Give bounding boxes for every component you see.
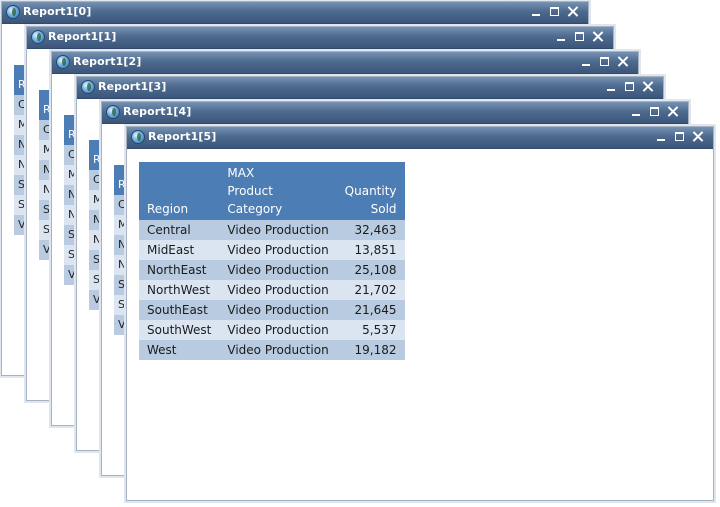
report-window-5[interactable]: Report1[5] Region MAX Product Category Q… xyxy=(126,126,714,501)
window-title: Report1[1] xyxy=(48,30,117,43)
minimize-icon[interactable] xyxy=(656,131,667,142)
maximize-icon[interactable] xyxy=(624,81,635,92)
window-title: Report1[3] xyxy=(98,80,167,93)
table-row: NorthEast Video Production 25,108 xyxy=(139,260,405,280)
report-table: Region MAX Product Category Quantity Sol… xyxy=(139,162,405,360)
table-header-row: Region MAX Product Category Quantity Sol… xyxy=(139,162,405,220)
category-cell: Video Production xyxy=(219,260,337,280)
report-app-icon xyxy=(6,5,20,19)
report-app-icon xyxy=(131,130,145,144)
table-row: SouthWest Video Production 5,537 xyxy=(139,320,405,340)
close-icon[interactable] xyxy=(642,81,653,92)
category-cell: Video Production xyxy=(219,300,337,320)
window-title: Report1[0] xyxy=(23,5,92,18)
category-cell: Video Production xyxy=(219,340,337,360)
table-row: SouthEast Video Production 21,645 xyxy=(139,300,405,320)
quantity-cell: 13,851 xyxy=(336,240,405,260)
table-row: Central Video Production 32,463 xyxy=(139,220,405,240)
window-titlebar[interactable]: Report1[4] xyxy=(102,102,688,124)
region-cell: NorthWest xyxy=(139,280,220,300)
minimize-icon[interactable] xyxy=(581,56,592,67)
maximize-icon[interactable] xyxy=(549,6,560,17)
report-app-icon xyxy=(106,105,120,119)
close-icon[interactable] xyxy=(592,31,603,42)
category-cell: Video Production xyxy=(219,320,337,340)
table-row: NorthWest Video Production 21,702 xyxy=(139,280,405,300)
quantity-cell: 25,108 xyxy=(336,260,405,280)
region-cell: West xyxy=(139,340,220,360)
maximize-icon[interactable] xyxy=(649,106,660,117)
report-app-icon xyxy=(81,80,95,94)
report-app-icon xyxy=(31,30,45,44)
region-cell: SouthWest xyxy=(139,320,220,340)
window-titlebar[interactable]: Report1[1] xyxy=(27,27,613,49)
maximize-icon[interactable] xyxy=(574,31,585,42)
quantity-cell: 32,463 xyxy=(336,220,405,240)
close-icon[interactable] xyxy=(617,56,628,67)
maximize-icon[interactable] xyxy=(674,131,685,142)
category-cell: Video Production xyxy=(219,280,337,300)
region-cell: MidEast xyxy=(139,240,220,260)
region-cell: NorthEast xyxy=(139,260,220,280)
window-titlebar[interactable]: Report1[2] xyxy=(52,52,638,74)
region-cell: SouthEast xyxy=(139,300,220,320)
close-icon[interactable] xyxy=(692,131,703,142)
window-title: Report1[4] xyxy=(123,105,192,118)
window-title: Report1[5] xyxy=(148,130,217,143)
category-cell: Video Production xyxy=(219,220,337,240)
quantity-cell: 21,702 xyxy=(336,280,405,300)
column-header-category: MAX Product Category xyxy=(219,162,337,220)
quantity-cell: 21,645 xyxy=(336,300,405,320)
column-header-region: Region xyxy=(139,162,220,220)
window-titlebar[interactable]: Report1[0] xyxy=(2,2,588,24)
column-header-quantity: Quantity Sold xyxy=(336,162,405,220)
window-titlebar[interactable]: Report1[3] xyxy=(77,77,663,99)
quantity-cell: 19,182 xyxy=(336,340,405,360)
minimize-icon[interactable] xyxy=(531,6,542,17)
maximize-icon[interactable] xyxy=(599,56,610,67)
table-row: West Video Production 19,182 xyxy=(139,340,405,360)
report-app-icon xyxy=(56,55,70,69)
window-titlebar[interactable]: Report1[5] xyxy=(127,127,713,149)
region-cell: Central xyxy=(139,220,220,240)
close-icon[interactable] xyxy=(667,106,678,117)
minimize-icon[interactable] xyxy=(556,31,567,42)
minimize-icon[interactable] xyxy=(606,81,617,92)
table-row: MidEast Video Production 13,851 xyxy=(139,240,405,260)
quantity-cell: 5,537 xyxy=(336,320,405,340)
close-icon[interactable] xyxy=(567,6,578,17)
window-title: Report1[2] xyxy=(73,55,142,68)
category-cell: Video Production xyxy=(219,240,337,260)
minimize-icon[interactable] xyxy=(631,106,642,117)
